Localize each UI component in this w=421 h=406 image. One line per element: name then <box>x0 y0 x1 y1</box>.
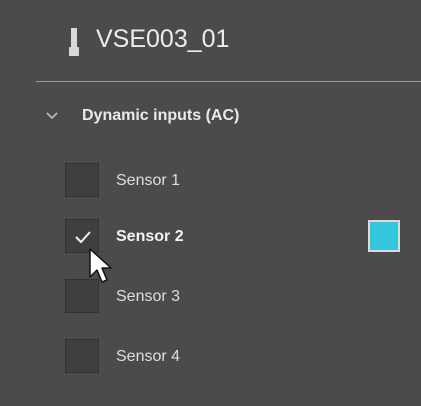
sensor-4-label: Sensor 4 <box>116 348 181 365</box>
group-title: Dynamic inputs (AC) <box>82 107 240 124</box>
device-icon <box>69 28 79 56</box>
divider <box>36 81 421 82</box>
sensor-row-3[interactable]: Sensor 3 <box>10 277 421 317</box>
sensor-3-label: Sensor 3 <box>116 288 181 305</box>
mouse-pointer-icon <box>89 248 112 283</box>
checkmark-icon <box>75 231 91 244</box>
sensor-row-2[interactable]: Sensor 2 <box>10 217 421 257</box>
sensor-row-1[interactable]: Sensor 1 <box>10 161 421 201</box>
sensor-2-label: Sensor 2 <box>116 228 184 245</box>
group-header-dynamic-inputs[interactable]: Dynamic inputs (AC) <box>10 98 421 134</box>
sensor-1-checkbox[interactable] <box>65 163 99 197</box>
sensor-row-4[interactable]: Sensor 4 <box>10 337 421 377</box>
sensor-2-color-swatch[interactable] <box>368 220 400 252</box>
chevron-down-icon[interactable] <box>45 109 59 123</box>
sensor-panel: VSE003_01 Dynamic inputs (AC) Sensor 1 S… <box>10 0 421 396</box>
device-title: VSE003_01 <box>96 25 230 53</box>
sensor-4-checkbox[interactable] <box>65 339 99 373</box>
device-header[interactable]: VSE003_01 <box>10 0 421 80</box>
sensor-1-label: Sensor 1 <box>116 172 181 189</box>
